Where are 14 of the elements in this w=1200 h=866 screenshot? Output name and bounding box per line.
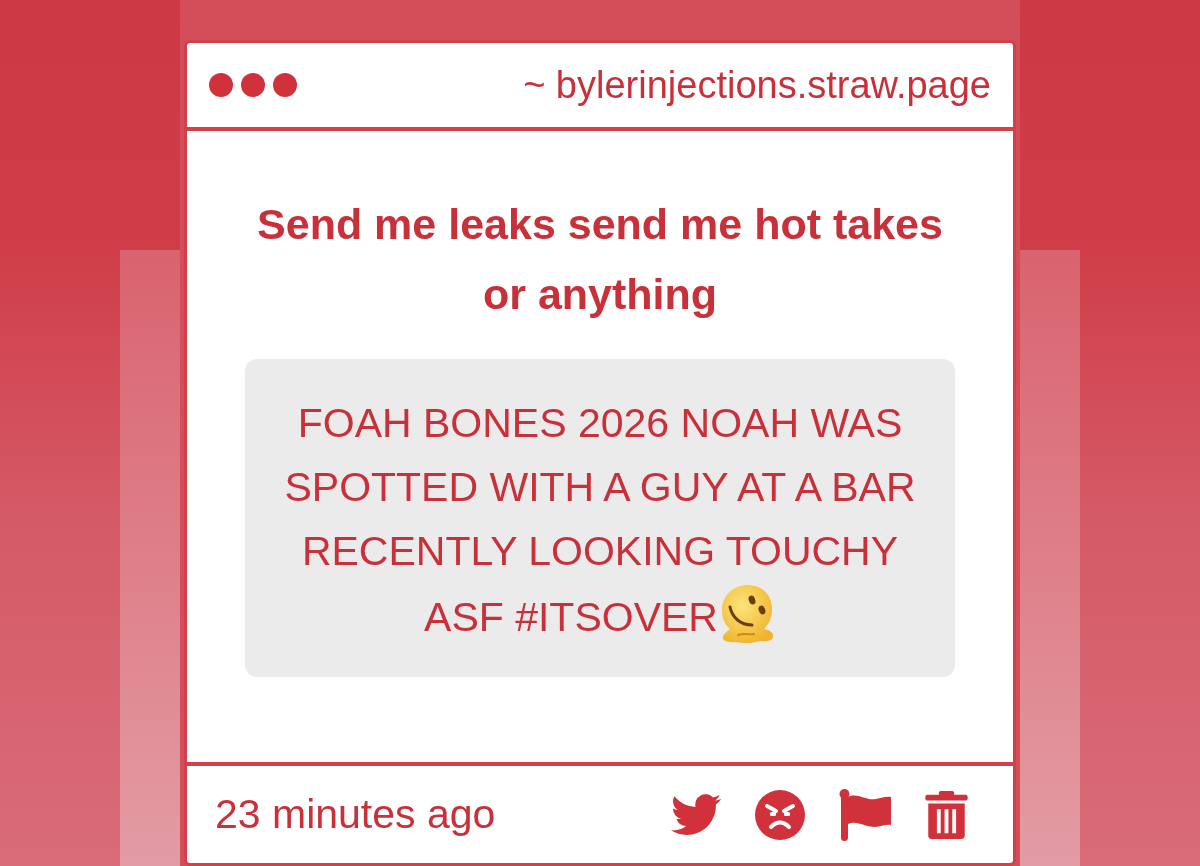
dot-icon xyxy=(241,73,265,97)
message-line: SPOTTED WITH A GUY AT A BAR xyxy=(284,463,916,512)
timestamp: 23 minutes ago xyxy=(215,789,496,839)
prompt-title: Send me leaks send me hot takes or anything xyxy=(256,199,944,320)
message-line: ASF #ITSOVER xyxy=(424,594,718,640)
site-address: ~ bylerinjections.straw.page xyxy=(523,62,991,108)
flag-icon[interactable] xyxy=(839,788,891,841)
bird-icon[interactable] xyxy=(671,793,721,836)
dot-icon xyxy=(273,73,297,97)
trash-icon[interactable] xyxy=(925,790,968,839)
message-line: FOAH BONES 2026 NOAH WAS xyxy=(297,399,903,448)
message-line: RECENTLY LOOKING TOUCHY xyxy=(301,527,899,576)
dot-icon xyxy=(209,73,233,97)
angry-face-icon[interactable] xyxy=(755,789,805,840)
